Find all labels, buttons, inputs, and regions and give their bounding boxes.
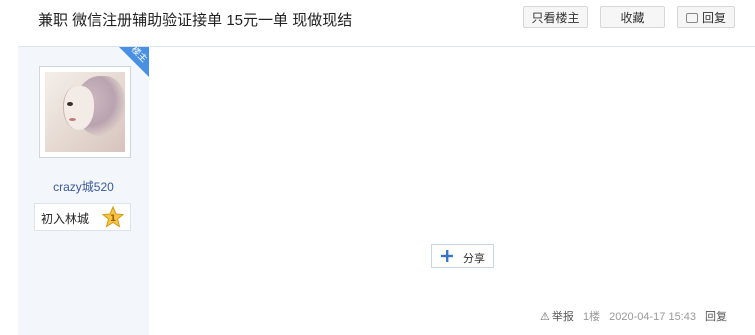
post-meta: ⚠ 举报 1楼 2020-04-17 15:43 回复: [540, 308, 727, 324]
level-badge: 初入林城 1: [34, 203, 131, 231]
favorite-button[interactable]: 收藏: [600, 6, 665, 28]
reply-button-label: 回复: [701, 11, 726, 25]
reply-button[interactable]: 回复: [677, 6, 735, 28]
share-label: 分享: [463, 253, 485, 265]
level-number: 1: [110, 214, 116, 224]
share-button[interactable]: 分享: [431, 244, 494, 268]
level-star-icon: 1: [102, 206, 124, 228]
author-username[interactable]: crazy城520: [18, 178, 149, 195]
plus-icon: [441, 250, 453, 262]
level-name: 初入林城: [41, 212, 90, 226]
avatar[interactable]: [39, 66, 131, 158]
comment-icon: [685, 13, 698, 23]
floor-number: 1楼: [582, 311, 601, 323]
warning-icon: ⚠: [540, 311, 550, 323]
report-label: 举报: [551, 311, 574, 323]
op-badge: 楼主: [119, 47, 149, 77]
left-margin: [0, 0, 18, 335]
thread-header: 兼职 微信注册辅助验证接单 15元一单 现做现结 只看楼主 收藏 回复: [18, 0, 755, 47]
avatar-image: [45, 72, 125, 152]
post-timestamp: 2020-04-17 15:43: [609, 311, 696, 323]
report-link[interactable]: ⚠ 举报: [540, 311, 574, 323]
thread-page: 兼职 微信注册辅助验证接单 15元一单 现做现结 只看楼主 收藏 回复 楼主 c…: [0, 0, 755, 335]
author-sidebar: 楼主 crazy城520 初入林城 1: [18, 47, 149, 335]
post-reply-link[interactable]: 回复: [705, 311, 727, 323]
thread-title: 兼职 微信注册辅助验证接单 15元一单 现做现结: [38, 12, 353, 29]
only-op-button[interactable]: 只看楼主: [523, 6, 588, 28]
